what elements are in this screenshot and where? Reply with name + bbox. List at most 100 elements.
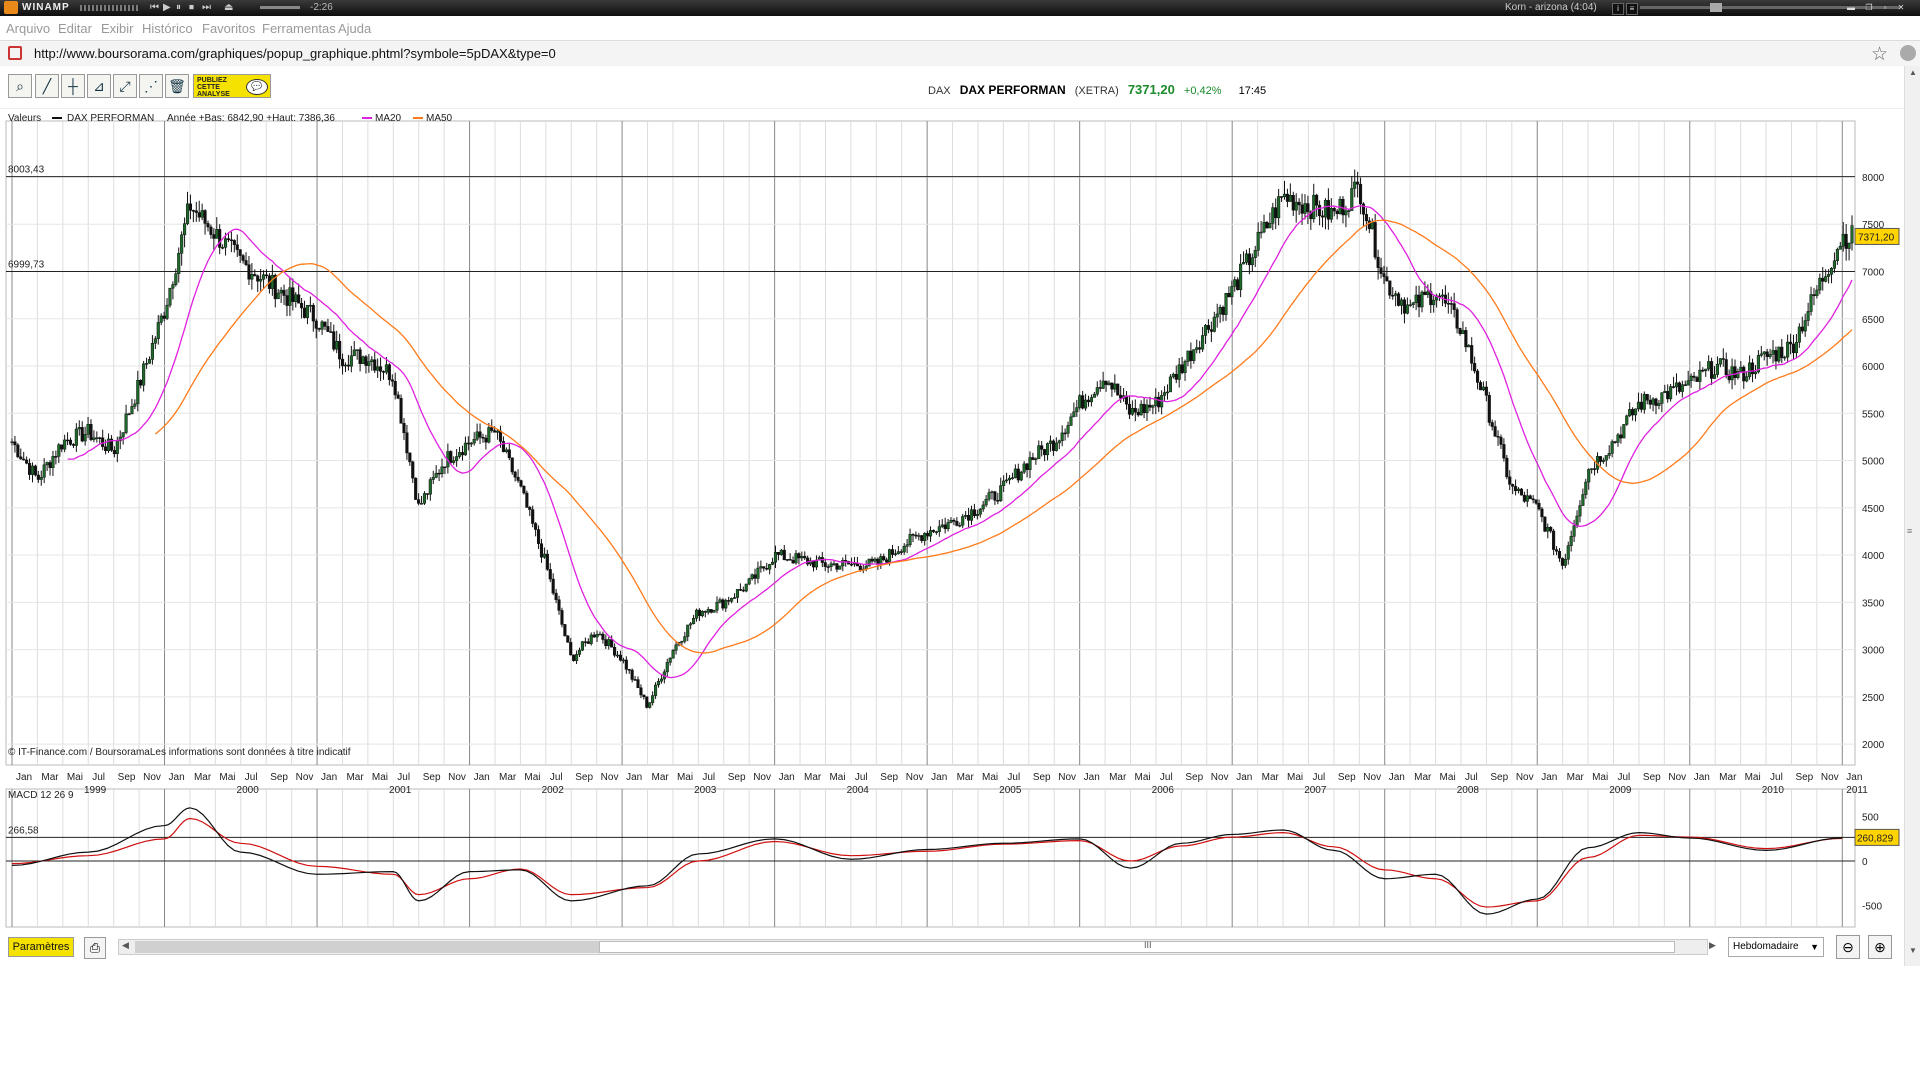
x-month-label: Nov: [1058, 772, 1076, 783]
pause-icon[interactable]: ⏸: [176, 2, 181, 13]
candle-body: [615, 654, 620, 657]
winamp-title: WINAMP: [22, 2, 70, 13]
close-icon[interactable]: ✕: [1896, 3, 1906, 13]
scroll-down-icon[interactable]: ▼: [1909, 946, 1917, 955]
trendline-tool-icon[interactable]: ╱: [35, 74, 59, 98]
candle-body: [1508, 476, 1512, 485]
period-select[interactable]: Hebdomadaire ▼: [1728, 937, 1824, 957]
candle-body: [1522, 494, 1526, 502]
candle-body: [1329, 207, 1333, 220]
minimize-icon[interactable]: ▬: [1846, 3, 1856, 13]
candle-body: [1019, 471, 1023, 481]
info-icon[interactable]: i: [1612, 3, 1624, 15]
menu-arquivo[interactable]: Arquivo: [6, 21, 50, 36]
macd-reference-label: 266,58: [8, 825, 39, 836]
candle-body: [1203, 325, 1208, 336]
candle-body: [1511, 484, 1515, 487]
candle-body: [332, 331, 336, 350]
stop-icon[interactable]: ⏹: [189, 2, 194, 13]
candle-body: [899, 551, 903, 553]
scroll-range-shade: [135, 941, 599, 953]
playlist-icon[interactable]: ≡: [1626, 3, 1638, 15]
candle-body: [1590, 468, 1594, 470]
candle-body: [191, 210, 195, 212]
candle-body: [1250, 257, 1254, 266]
zoom-in-button[interactable]: ⊕: [1868, 935, 1892, 959]
candle-body: [253, 274, 257, 277]
fibonacci-tool-icon[interactable]: ⤢: [113, 74, 137, 98]
menu-historico[interactable]: Histórico: [142, 21, 193, 36]
x-month-label: Jul: [397, 772, 410, 783]
volume-bar[interactable]: [1640, 6, 1900, 9]
x-year-label: 2009: [1609, 785, 1632, 796]
zoom-tool-icon[interactable]: ⌕: [8, 74, 32, 98]
candle-body: [458, 452, 462, 457]
print-icon[interactable]: ⎙: [84, 937, 106, 959]
scroll-right-icon[interactable]: ▶: [1709, 940, 1716, 951]
candle-body: [229, 239, 233, 241]
fan-tool-icon[interactable]: ⋰: [139, 74, 163, 98]
menu-favoritos[interactable]: Favoritos: [202, 21, 255, 36]
x-month-label: Jul: [1312, 772, 1325, 783]
zoom-out-button[interactable]: ⊖: [1836, 935, 1860, 959]
play-icon[interactable]: ▶: [163, 2, 171, 13]
candle-body: [1084, 399, 1088, 409]
chart-area[interactable]: Jan Mar Mai Jul Sep Nov Jan Mar Mai Jul Sep Nov Jan M…: [0, 108, 1900, 928]
eject-icon[interactable]: ⏏: [224, 2, 233, 13]
x-month-label: Mar: [499, 772, 517, 783]
shade-icon[interactable]: ▫: [1880, 3, 1890, 13]
candle-body: [627, 669, 631, 671]
restore-icon[interactable]: ❐: [1864, 3, 1874, 13]
reference-line-label: 6999,73: [8, 260, 45, 271]
candle-body: [42, 464, 46, 478]
page-vscrollbar[interactable]: ▲ ≡ ▼: [1904, 66, 1920, 966]
menu-ajuda[interactable]: Ajuda: [338, 21, 371, 36]
x-month-label: Jul: [92, 772, 105, 783]
parametres-button[interactable]: Paramètres: [8, 937, 74, 957]
candle-body: [1633, 408, 1638, 416]
scroll-left-icon[interactable]: ◀: [122, 940, 129, 951]
candle-body: [1408, 304, 1412, 306]
candle-body: [1762, 351, 1766, 355]
candle-body: [1552, 530, 1556, 550]
menu-ferramentas[interactable]: Ferramentas: [262, 21, 336, 36]
scroll-up-icon[interactable]: ▲: [1909, 68, 1917, 77]
candle-body: [806, 557, 810, 565]
next-icon[interactable]: ⏭: [202, 2, 211, 13]
scroll-thumb[interactable]: [599, 941, 1675, 953]
menu-exibir[interactable]: Exibir: [101, 21, 134, 36]
tools-icon[interactable]: [1900, 45, 1916, 61]
bookmark-star-icon[interactable]: ☆: [1871, 43, 1888, 66]
candle-body: [338, 340, 342, 360]
publiez-button[interactable]: PUBLIEZ CETTE ANALYSE 💬: [193, 74, 271, 98]
candle-body: [1566, 545, 1570, 560]
candle-body: [1344, 210, 1348, 216]
y-tick-label: 5000: [1862, 457, 1885, 468]
candle-body: [1335, 210, 1339, 215]
candle-body: [431, 477, 435, 480]
candle-body: [86, 424, 90, 435]
candle-body: [1356, 181, 1360, 185]
candle-body: [475, 431, 479, 440]
channel-tool-icon[interactable]: ⊿: [87, 74, 111, 98]
seek-bar[interactable]: [260, 6, 300, 9]
candle-body: [1359, 184, 1363, 205]
candle-body: [1373, 222, 1377, 258]
hline-tool-icon[interactable]: ┼: [61, 74, 85, 98]
prev-icon[interactable]: ⏮: [150, 2, 159, 13]
candle-body: [136, 379, 140, 405]
candle-body: [545, 553, 549, 570]
trash-icon[interactable]: 🗑: [165, 74, 189, 98]
candle-body: [659, 678, 663, 682]
candle-body: [1686, 380, 1690, 386]
macd-grid: [5, 788, 1856, 928]
x-month-label: Jul: [855, 772, 868, 783]
url-input[interactable]: http://www.boursorama.com/graphiques/pop…: [34, 46, 556, 61]
legend-series-name: DAX PERFORMAN: [67, 113, 154, 124]
volume-knob[interactable]: [1710, 3, 1722, 12]
candle-body: [715, 601, 719, 611]
time-scrollbar[interactable]: ◀ III ▶: [118, 939, 1716, 955]
x-month-label: Jan: [16, 772, 32, 783]
menu-editar[interactable]: Editar: [58, 21, 92, 36]
x-month-label: Nov: [753, 772, 771, 783]
